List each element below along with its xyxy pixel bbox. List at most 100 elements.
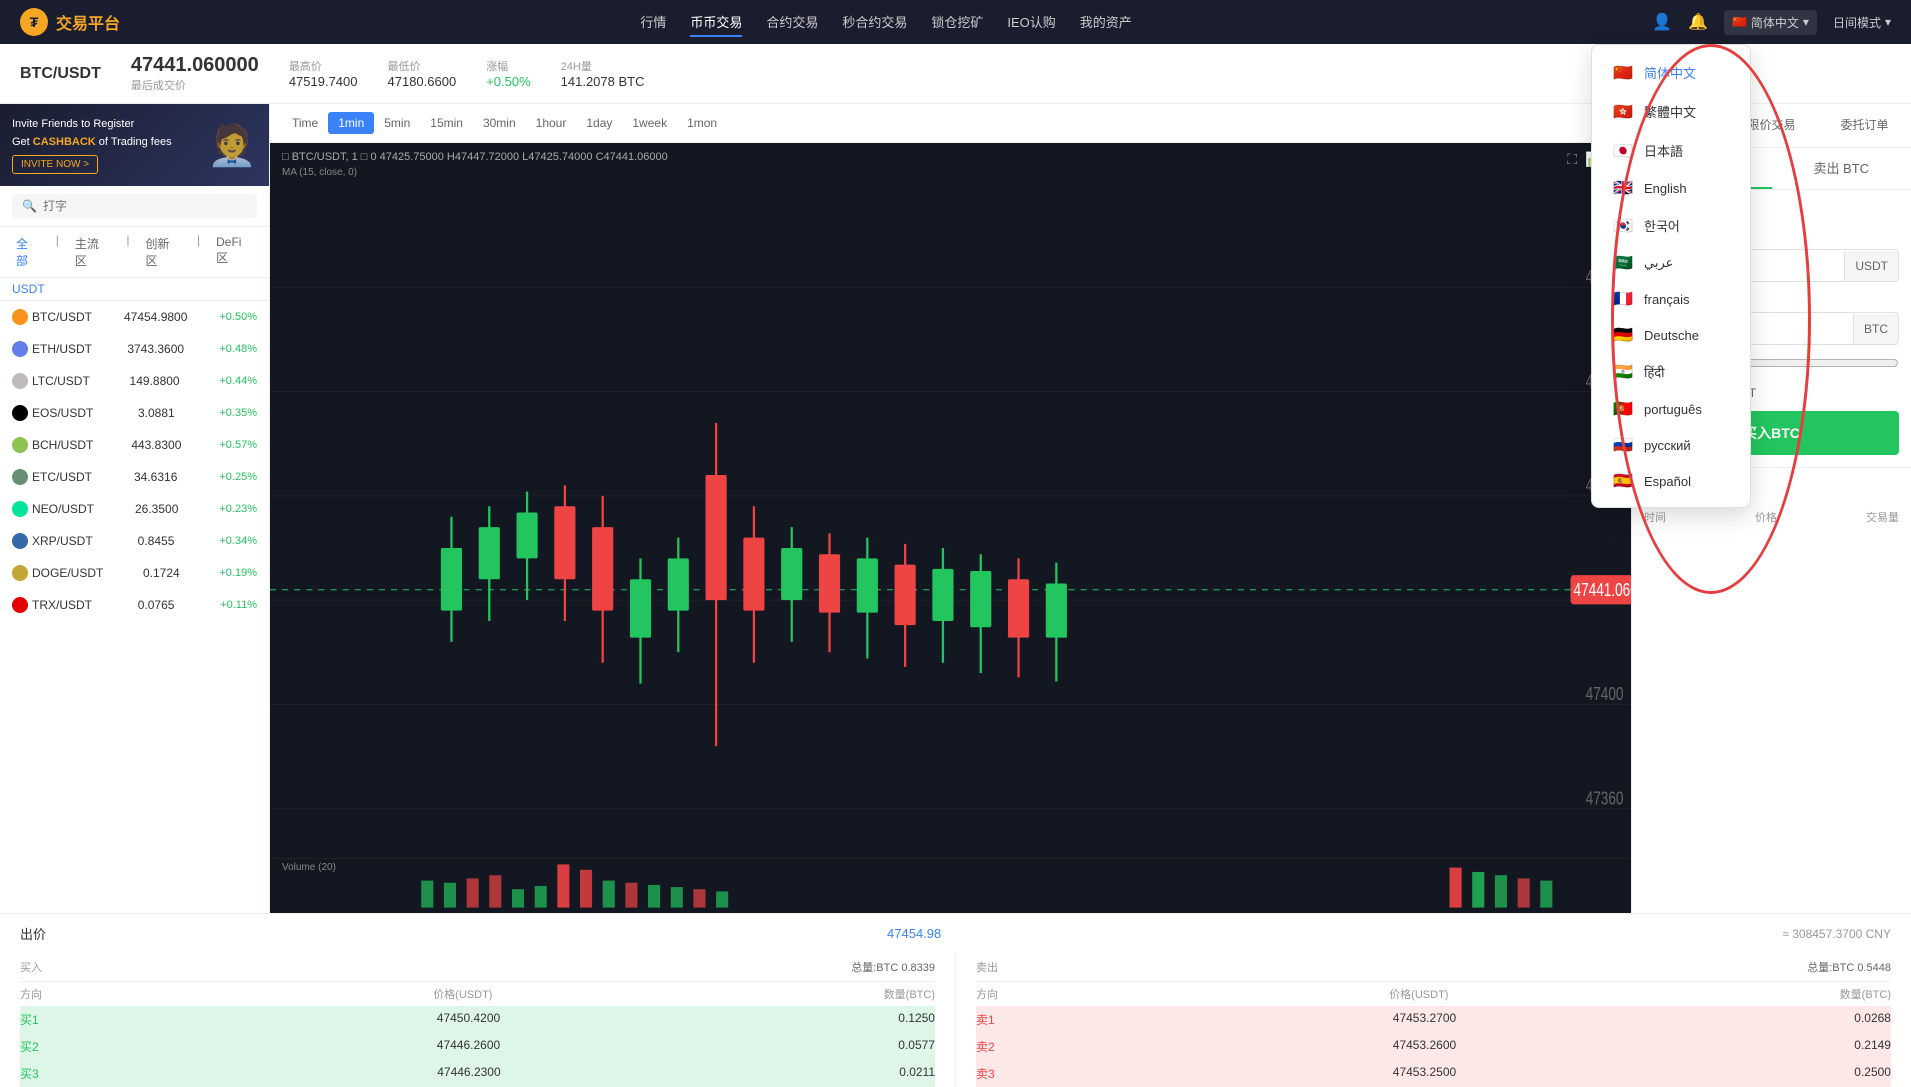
nav-assets[interactable]: 我的资产: [1080, 8, 1132, 37]
center-area: Time 1min 5min 15min 30min 1hour 1day 1w…: [270, 104, 1631, 913]
flag-icon: 🇨🇳: [1732, 15, 1747, 29]
ob-divider: [955, 953, 956, 1087]
list-item[interactable]: BCH/USDT 443.8300 +0.57%: [0, 429, 269, 461]
nav-second-contract[interactable]: 秒合约交易: [842, 8, 907, 37]
market-tab-mainstream[interactable]: 主流区: [71, 233, 115, 271]
high-label: 最高价: [289, 58, 358, 74]
chart-tab-5min[interactable]: 5min: [374, 112, 420, 134]
divider: |: [56, 233, 59, 271]
coin-name: ETC/USDT: [32, 470, 92, 484]
col-qty-sell: 数量(BTC): [1840, 986, 1891, 1002]
coin-name: XRP/USDT: [32, 534, 93, 548]
divider: |: [197, 233, 200, 271]
chart-tab-1hour[interactable]: 1hour: [526, 112, 577, 134]
theme-toggle[interactable]: 日间模式 ▾: [1833, 14, 1891, 31]
lang-item-ko[interactable]: 🇰🇷 한국어: [1592, 206, 1750, 245]
lang-item-fr[interactable]: 🇫🇷 français: [1592, 281, 1750, 317]
fullscreen-icon[interactable]: ⛶: [1567, 151, 1577, 168]
lang-label-ko: 한국어: [1644, 216, 1680, 235]
chart-tab-1mon[interactable]: 1mon: [677, 112, 727, 134]
list-item[interactable]: EOS/USDT 3.0881 +0.35%: [0, 397, 269, 429]
coin-change: +0.19%: [219, 567, 257, 579]
lang-item-ar[interactable]: 🇸🇦 عربي: [1592, 245, 1750, 281]
lang-item-zh-cn[interactable]: 🇨🇳 简体中文: [1592, 53, 1750, 92]
chart-tab-1week[interactable]: 1week: [622, 112, 677, 134]
buy-order-book: 买入 总量:BTC 0.8339 方向 价格(USDT) 数量(BTC) 买1 …: [20, 953, 935, 1087]
list-item[interactable]: NEO/USDT 26.3500 +0.23%: [0, 493, 269, 525]
coin-change: +0.48%: [219, 343, 257, 355]
list-item[interactable]: ETC/USDT 34.6316 +0.25%: [0, 461, 269, 493]
coin-name: ETH/USDT: [32, 342, 92, 356]
chevron-down-icon: ▾: [1885, 15, 1891, 29]
tab-delegated-order[interactable]: 委托订单: [1818, 104, 1911, 147]
list-item[interactable]: DOGE/USDT 0.1724 +0.19%: [0, 557, 269, 589]
tab-sell-btc[interactable]: 卖出 BTC: [1772, 148, 1911, 189]
market-sub-tab[interactable]: USDT: [0, 278, 269, 301]
sell-qty-1: 0.0268: [1854, 1011, 1891, 1028]
chart-tab-30min[interactable]: 30min: [473, 112, 526, 134]
coin-change: +0.34%: [219, 535, 257, 547]
list-item[interactable]: LTC/USDT 149.8800 +0.44%: [0, 365, 269, 397]
language-dropdown: 🇨🇳 简体中文 🇭🇰 繁體中文 🇯🇵 日本語 🇬🇧 English 🇰🇷 한국어…: [1591, 44, 1751, 508]
bid-cny: ≈ 308457.3700 CNY: [1782, 927, 1891, 941]
lang-item-ru[interactable]: 🇷🇺 русский: [1592, 427, 1750, 463]
nav-coin-trade[interactable]: 币币交易: [690, 8, 742, 37]
buy-price-unit: USDT: [1844, 251, 1898, 281]
lang-item-pt[interactable]: 🇵🇹 português: [1592, 391, 1750, 427]
bid-label: 出价: [20, 924, 46, 943]
language-selector[interactable]: 🇨🇳 简体中文 ▾: [1724, 10, 1817, 35]
coin-change: +0.44%: [219, 375, 257, 387]
nav-right: 👤 🔔 🇨🇳 简体中文 ▾ 日间模式 ▾: [1652, 10, 1891, 35]
nav-ieo[interactable]: IEO认购: [1007, 8, 1055, 37]
market-tab-innovation[interactable]: 创新区: [141, 233, 185, 271]
lang-label-pt: português: [1644, 402, 1702, 417]
high-stat: 最高价 47519.7400: [289, 58, 358, 89]
lang-item-en[interactable]: 🇬🇧 English: [1592, 170, 1750, 206]
flag-ja: 🇯🇵: [1612, 143, 1634, 159]
nav-market[interactable]: 行情: [640, 8, 666, 37]
lang-item-ja[interactable]: 🇯🇵 日本語: [1592, 131, 1750, 170]
search-input[interactable]: [43, 199, 247, 213]
sell-qty-3: 0.2500: [1854, 1065, 1891, 1082]
flag-zh-tw: 🇭🇰: [1612, 104, 1634, 120]
list-item[interactable]: TRX/USDT 0.0765 +0.11%: [0, 589, 269, 621]
nav-mining[interactable]: 锁仓挖矿: [931, 8, 983, 37]
chart-tab-1day[interactable]: 1day: [576, 112, 622, 134]
market-tab-defi[interactable]: DeFi区: [212, 233, 257, 271]
sell-dir-1: 卖1: [976, 1011, 995, 1028]
notification-icon[interactable]: 🔔: [1688, 12, 1708, 32]
banner-line1: Invite Friends to Register: [12, 116, 172, 134]
low-stat: 最低价 47180.6600: [388, 58, 457, 89]
neo-icon: [12, 501, 28, 517]
lang-label-en: English: [1644, 181, 1687, 196]
change-stat: 涨幅 +0.50%: [486, 58, 530, 89]
lang-item-de[interactable]: 🇩🇪 Deutsche: [1592, 317, 1750, 353]
buy-total: 总量:BTC 0.8339: [851, 959, 935, 975]
nav-contract[interactable]: 合约交易: [766, 8, 818, 37]
chart-area: □ BTC/USDT, 1 □ 0 47425.75000 H47447.720…: [270, 143, 1631, 913]
trading-pair[interactable]: BTC/USDT: [20, 65, 101, 83]
left-sidebar: Invite Friends to Register Get CASHBACK …: [0, 104, 270, 913]
list-item[interactable]: ETH/USDT 3743.3600 +0.48%: [0, 333, 269, 365]
etc-icon: [12, 469, 28, 485]
banner-illustration: 🧑‍💼: [207, 122, 257, 169]
chart-tab-1min[interactable]: 1min: [328, 112, 374, 134]
market-tab-all[interactable]: 全部: [12, 233, 44, 271]
logo-text: 交易平台: [56, 10, 120, 34]
candlestick-chart: 47580 47520 47480 47440 47400 47360 4744…: [270, 183, 1631, 913]
lang-item-zh-tw[interactable]: 🇭🇰 繁體中文: [1592, 92, 1750, 131]
chart-tab-15min[interactable]: 15min: [420, 112, 473, 134]
col-dir-sell: 方向: [976, 986, 998, 1002]
list-item[interactable]: BTC/USDT 47454.9800 +0.50%: [0, 301, 269, 333]
user-icon[interactable]: 👤: [1652, 12, 1672, 32]
eos-icon: [12, 405, 28, 421]
logo[interactable]: ₮ 交易平台: [20, 8, 120, 36]
invite-now-button[interactable]: INVITE NOW >: [12, 155, 98, 174]
lang-item-es[interactable]: 🇪🇸 Español: [1592, 463, 1750, 499]
chart-info-bar: □ BTC/USDT, 1 □ 0 47425.75000 H47447.720…: [282, 151, 668, 163]
chart-tab-time[interactable]: Time: [282, 112, 328, 134]
svg-text:47360: 47360: [1586, 789, 1624, 810]
list-item[interactable]: XRP/USDT 0.8455 +0.34%: [0, 525, 269, 557]
lang-item-hi[interactable]: 🇮🇳 हिंदी: [1592, 353, 1750, 391]
search-icon: 🔍: [22, 199, 37, 213]
